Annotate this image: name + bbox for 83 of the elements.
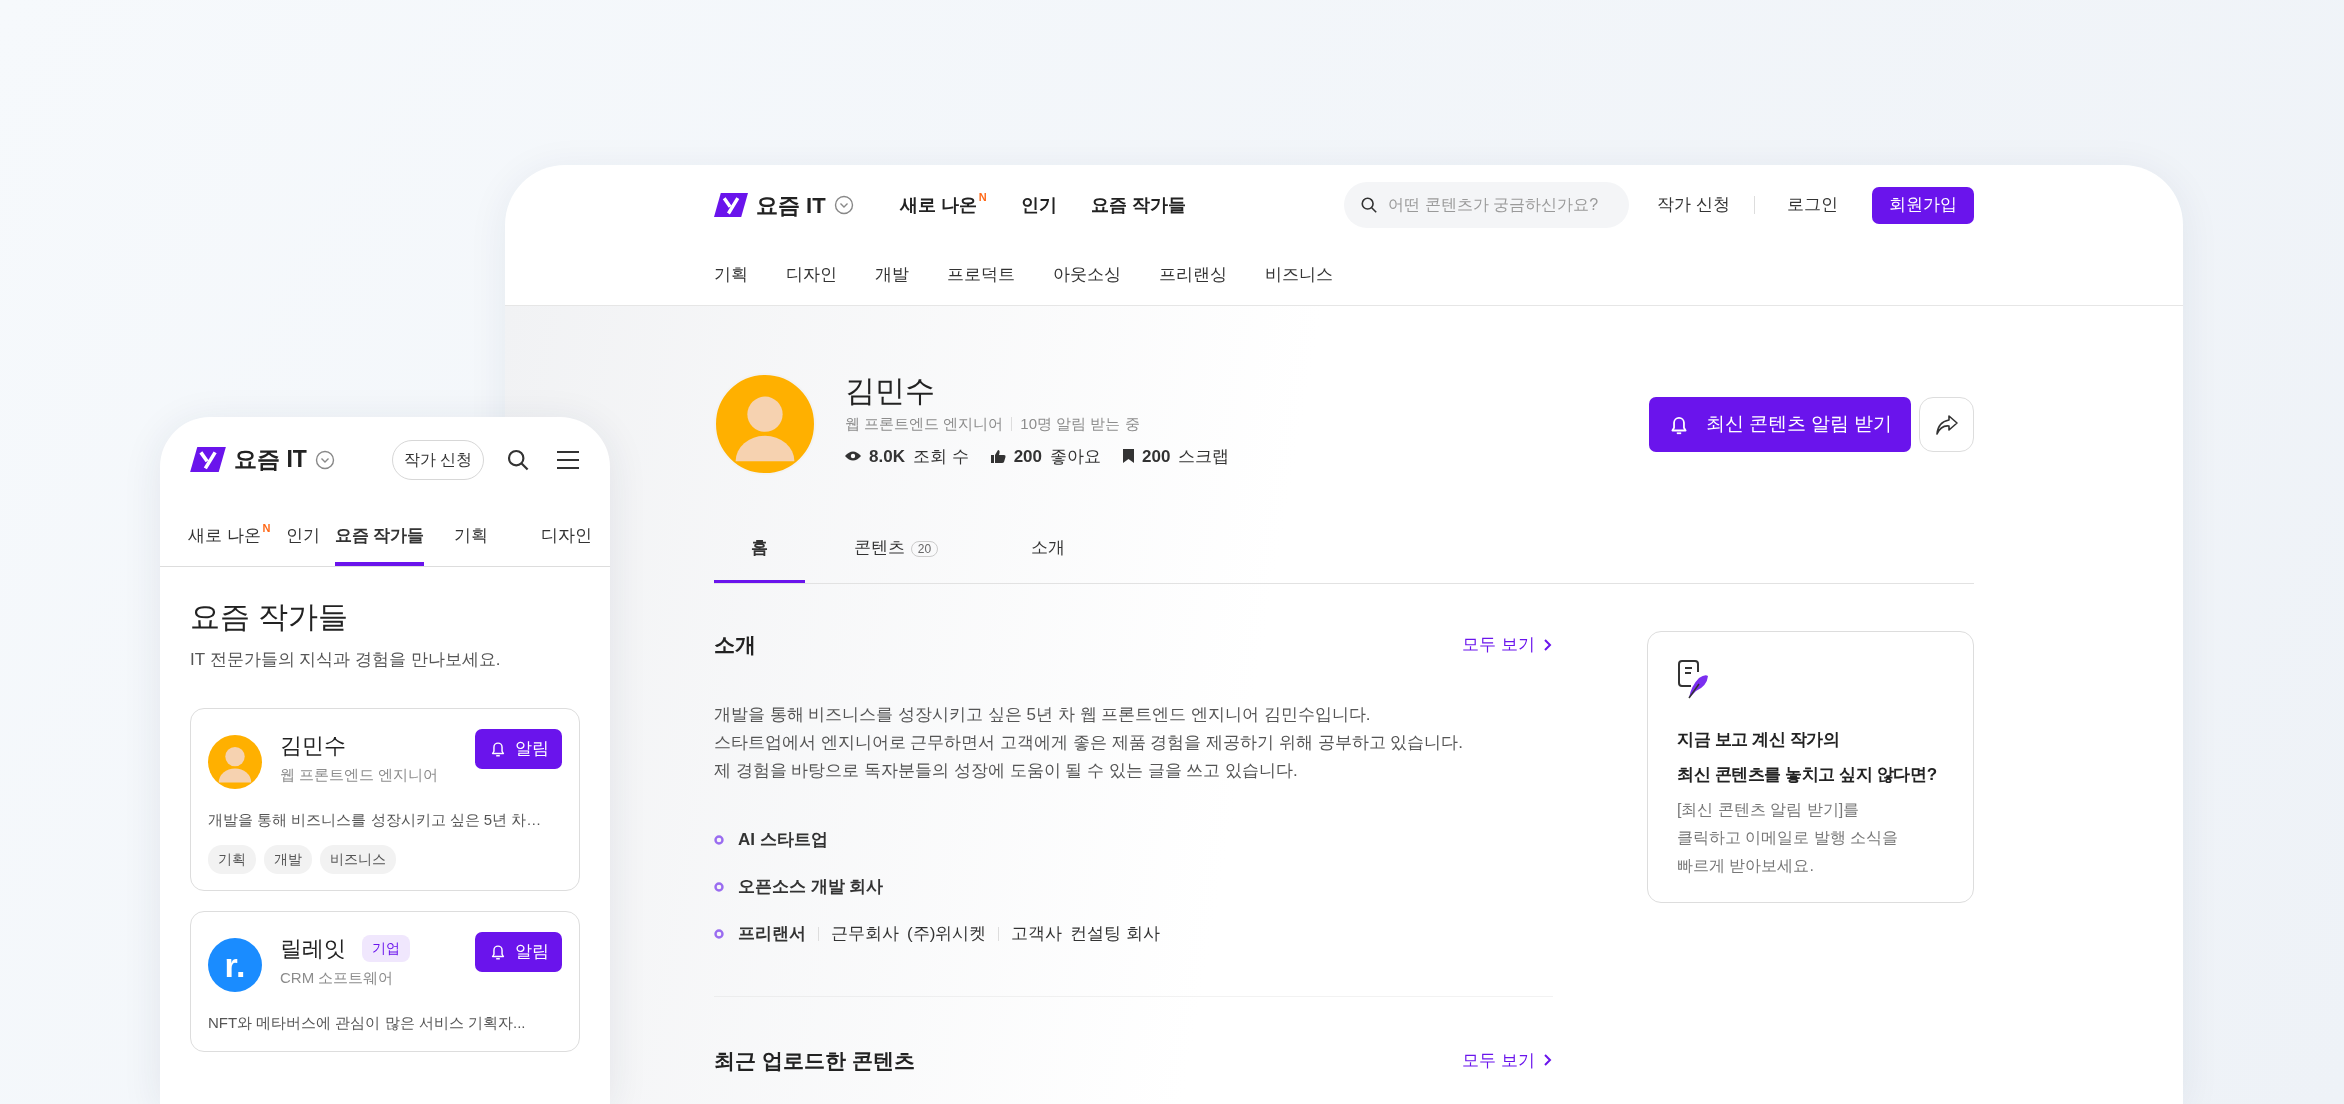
chevron-down-icon[interactable]	[833, 195, 854, 215]
page-title: 요즘 작가들	[190, 599, 350, 635]
mobile-tab[interactable]: 인기	[285, 523, 320, 566]
view-all-link[interactable]: 모두 보기	[1462, 632, 1553, 658]
profile-name: 김민수	[845, 373, 936, 409]
writer-role: 웹 프론트엔드 엔지니어	[280, 764, 439, 785]
signup-button[interactable]: 회원가입	[1872, 186, 1974, 224]
category-link[interactable]: 비즈니스	[1265, 262, 1333, 288]
nav-link[interactable]: 인기	[1020, 191, 1057, 219]
menu-icon[interactable]	[556, 449, 580, 470]
bullet-icon	[714, 882, 724, 892]
stat-label: 조회 수	[912, 445, 969, 468]
topic-tag: 개발	[264, 845, 312, 874]
section-title: 최근 업로드한 콘텐츠	[714, 1047, 915, 1074]
stat-value: 8.0K	[869, 445, 905, 468]
bookmark-icon	[1123, 449, 1135, 464]
mobile-tab[interactable]: 기획	[454, 523, 489, 566]
logo-mark-icon	[190, 447, 226, 472]
logo-text: 요즘 IT	[234, 445, 307, 475]
topic-tag: 비즈니스	[320, 845, 396, 874]
career-value: (주)위시켓	[907, 923, 987, 946]
company-badge: 기업	[362, 935, 410, 962]
mobile-tab[interactable]: 요즘 작가들	[334, 523, 425, 566]
profile-tab[interactable]: 소개	[987, 516, 1109, 583]
promo-title: 지금 보고 계신 작가의 최신 콘텐츠를 놓치고 싶지 않다면?	[1677, 729, 1938, 786]
notify-button[interactable]: 알림	[475, 932, 562, 972]
writer-name: 릴레잇	[280, 935, 346, 963]
header-link[interactable]: 로그인	[1787, 192, 1838, 218]
notify-button[interactable]: 알림	[475, 728, 562, 769]
search-icon[interactable]	[1360, 196, 1379, 214]
career-label: 근무회사	[831, 923, 899, 946]
search-field[interactable]: 어떤 콘텐츠가 궁금하신가요?	[1344, 182, 1630, 228]
writer-role: CRM 소프트웨어	[280, 968, 395, 988]
stat-label: 스크랩	[1178, 445, 1230, 468]
profile-tab[interactable]: 콘텐츠 20	[835, 516, 957, 583]
logo-text: 요즘 IT	[756, 191, 826, 220]
thumbs-up-icon	[990, 448, 1006, 464]
career-title: AI 스타트업	[738, 829, 828, 852]
writer-summary: 개발을 통해 비즈니스를 성장시키고 싶은 5년 차…	[208, 809, 543, 830]
category-link[interactable]: 기획	[714, 262, 748, 288]
category-link[interactable]: 디자인	[786, 262, 837, 288]
career-title: 오픈소스 개발 회사	[738, 876, 884, 899]
logo-mark-icon	[714, 193, 748, 217]
career-value: 컨설팅 회사	[1070, 923, 1161, 946]
profile-role: 웹 프론트엔드 엔지니어	[845, 414, 1004, 434]
category-link[interactable]: 개발	[875, 262, 909, 288]
category-link[interactable]: 프로덕트	[947, 262, 1015, 288]
stat-value: 200	[1142, 445, 1171, 468]
chevron-down-icon[interactable]	[314, 449, 335, 470]
bullet-icon	[714, 929, 724, 939]
nav-link[interactable]: 요즘 작가들	[1090, 191, 1186, 219]
notify-button[interactable]: 최신 콘텐츠 알림 받기	[1649, 397, 1911, 452]
header-link[interactable]: 작가 신청	[1657, 192, 1730, 218]
share-icon	[1934, 413, 1959, 436]
writer-apply-button[interactable]: 작가 신청	[392, 439, 484, 480]
career-label: 고객사	[1011, 923, 1063, 946]
writer-card[interactable]: 김민수 웹 프론트엔드 엔지니어 알림 개발을 통해 비즈니스를 성장시키고 싶은 5년 차… 기획 개발 비즈니스	[190, 707, 580, 891]
section-title: 소개	[714, 632, 756, 658]
bullet-icon	[714, 835, 724, 845]
mobile-tab[interactable]: 디자인	[541, 523, 593, 566]
stat-label: 좋아요	[1050, 445, 1102, 468]
stat-value: 200	[1013, 445, 1043, 468]
chevron-right-icon	[1543, 637, 1553, 652]
intro-paragraph: 개발을 통해 비즈니스를 성장시키고 싶은 5년 차 웹 프론트엔드 엔지니어 김민수입니다. 스타트업에서 엔지니어로 근무하면서 고객에게 좋은 제품 경험을 제공하기 위해 공부하고 있습니다. 제 경험을 바탕으로 독자분들의 성장에 도움이 될 수 있는 글을 쓰고 있습니다.	[714, 703, 1464, 782]
eye-icon	[845, 450, 861, 463]
document-quill-icon	[1677, 660, 1711, 700]
subscriber-count: 10명 알림 받는 중	[1020, 414, 1140, 434]
company-logo: r.	[208, 938, 262, 992]
writer-avatar	[208, 734, 262, 789]
writer-summary: NFT와 메타버스에 관심이 많은 서비스 기획자...	[208, 1013, 527, 1033]
share-button[interactable]	[1919, 397, 1974, 452]
writer-name: 김민수	[280, 731, 346, 760]
page-subtitle: IT 전문가들의 지식과 경험을 만나보세요.	[190, 649, 502, 671]
promo-text: [최신 콘텐츠 알림 받기]를 클릭하고 이메일로 발행 소식을 빠르게 받아보세요.	[1677, 800, 1900, 876]
category-link[interactable]: 프리랜싱	[1159, 262, 1227, 288]
writer-card[interactable]: r. 릴레잇 기업 CRM 소프트웨어 알림 NFT와 메타버스에 관심이 많은 서비스 기획자...	[190, 911, 580, 1052]
chevron-right-icon	[1543, 1053, 1553, 1068]
view-all-link[interactable]: 모두 보기	[1462, 1047, 1553, 1073]
category-link[interactable]: 아웃소싱	[1053, 262, 1121, 288]
profile-tab[interactable]: 홈	[714, 516, 805, 583]
career-title: 프리랜서	[738, 923, 806, 946]
topic-tag: 기획	[208, 845, 256, 874]
search-icon[interactable]	[506, 447, 530, 472]
